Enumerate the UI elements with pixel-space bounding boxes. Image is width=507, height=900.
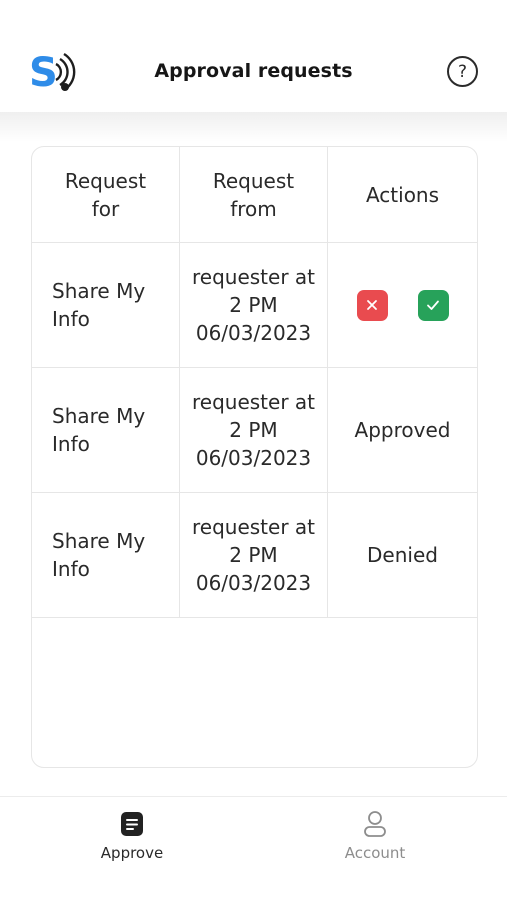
requests-table: Request for Request from Actions Share M… — [31, 146, 478, 768]
table-row: Share My Info requester at 2 PM 06/03/20… — [32, 243, 477, 368]
tab-approve[interactable]: Approve — [52, 797, 212, 877]
page-title: Approval requests — [154, 60, 353, 82]
user-icon — [364, 811, 386, 837]
status-cell-approved: Approved — [354, 418, 451, 442]
table-header-row: Request for Request from Actions — [32, 147, 477, 243]
status-cell-denied: Denied — [367, 543, 438, 567]
close-icon — [367, 300, 377, 310]
question-icon: ? — [457, 61, 468, 82]
header-shadow — [0, 112, 507, 142]
table-row: Share My Info requester at 2 PM 06/03/20… — [32, 368, 477, 493]
approve-button[interactable] — [417, 289, 449, 321]
request-for-cell: Share My Info — [32, 243, 180, 367]
tab-account-label: Account — [344, 844, 406, 862]
request-from-cell: requester at 2 PM 06/03/2023 — [180, 368, 328, 492]
request-from-cell: requester at 2 PM 06/03/2023 — [180, 493, 328, 617]
deny-button[interactable] — [356, 289, 388, 321]
check-icon — [427, 300, 439, 310]
column-header-request-from: Request from — [180, 147, 328, 242]
table-row: Share My Info requester at 2 PM 06/03/20… — [32, 493, 477, 618]
request-for-cell: Share My Info — [32, 493, 180, 617]
tab-approve-label: Approve — [100, 844, 164, 862]
tab-account[interactable]: Account — [295, 797, 455, 877]
bottom-tab-bar: Approve Account — [0, 796, 507, 900]
column-header-actions: Actions — [365, 182, 440, 207]
request-for-cell: Share My Info — [32, 368, 180, 492]
app-header: S Approval requests ? — [0, 0, 507, 118]
document-icon — [121, 812, 143, 836]
request-from-cell: requester at 2 PM 06/03/2023 — [180, 243, 328, 367]
actions-cell — [328, 243, 477, 367]
help-button[interactable]: ? — [447, 56, 478, 87]
column-header-request-for: Request for — [32, 147, 180, 242]
